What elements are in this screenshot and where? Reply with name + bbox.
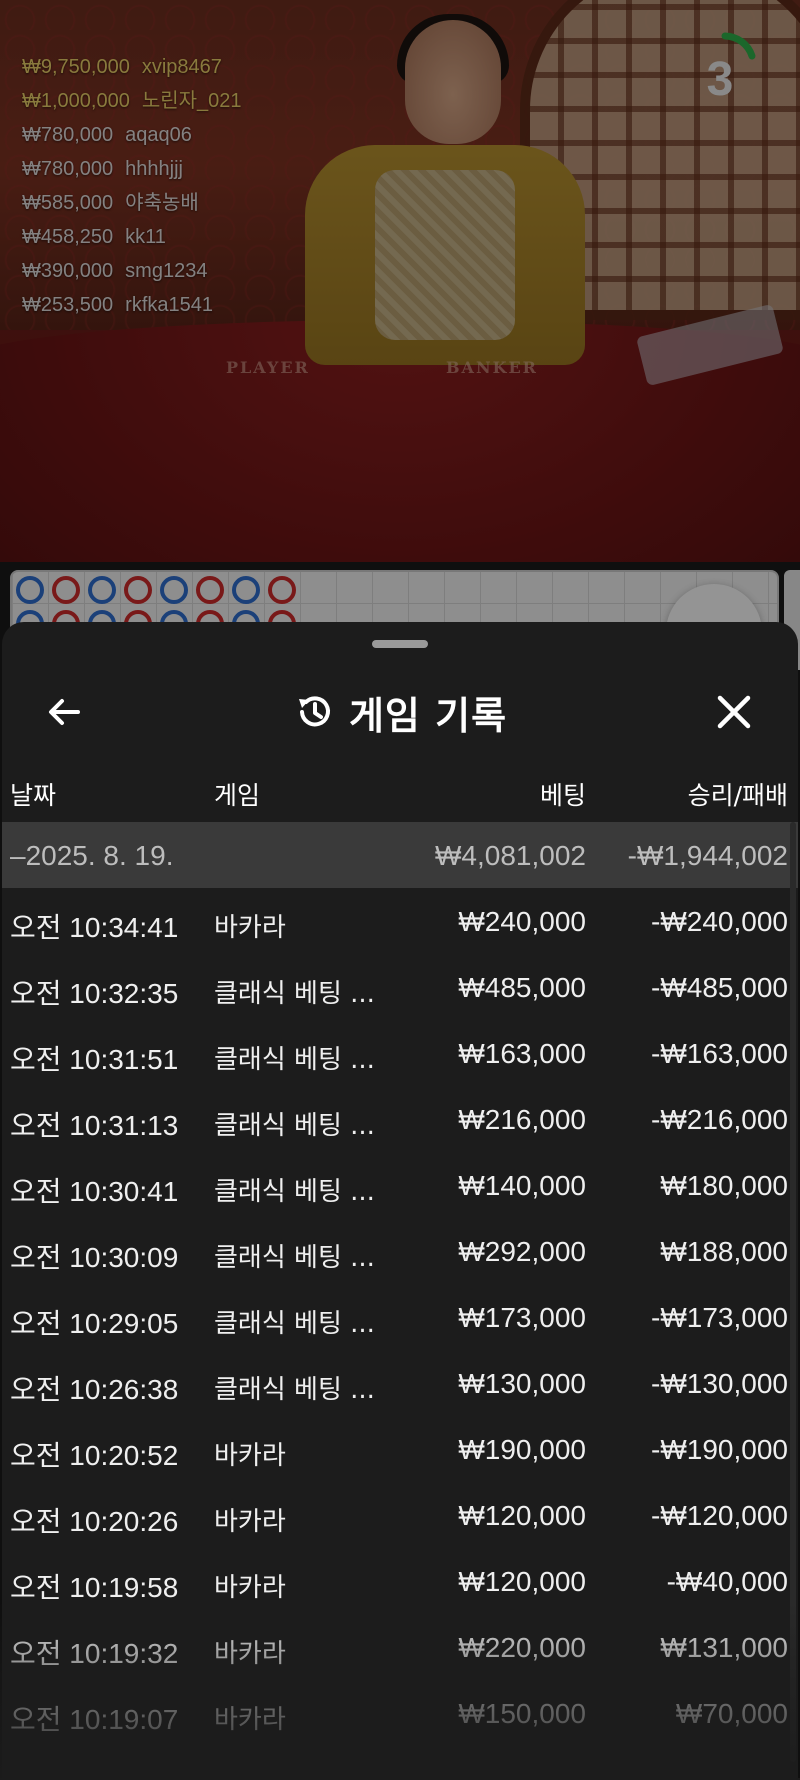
row-game: 바카라 [214, 1705, 286, 1735]
history-row[interactable]: 오전 10:20:26 바카라 ₩120,000 -₩120,000 [2, 1482, 798, 1548]
row-bet: ₩216,000 [458, 1104, 586, 1135]
row-result: ₩180,000 [660, 1170, 788, 1201]
column-headers: 날짜 게임 베팅 승리/패배 [2, 762, 798, 822]
history-clock-icon [298, 696, 330, 727]
history-row[interactable]: 오전 10:26:38 클래식 베팅 ... ₩130,000 -₩130,000 [2, 1350, 798, 1416]
row-game: 바카라 [214, 1639, 286, 1669]
column-bet: 베팅 [539, 781, 586, 810]
row-time: 오전 10:31:13 [10, 1110, 179, 1141]
row-time: 오전 10:30:41 [10, 1176, 179, 1207]
row-bet: ₩292,000 [458, 1236, 586, 1267]
drag-handle[interactable] [372, 640, 428, 648]
summary-date: –2025. 8. 19. [10, 840, 174, 871]
row-result: -₩173,000 [651, 1302, 788, 1333]
row-game: 클래식 베팅 ... [214, 1309, 375, 1339]
row-time: 오전 10:34:41 [10, 912, 179, 943]
row-time: 오전 10:19:58 [10, 1572, 179, 1603]
row-result: -₩163,000 [651, 1038, 788, 1069]
summary-result: -₩1,944,002 [627, 840, 788, 871]
row-bet: ₩120,000 [458, 1500, 586, 1531]
back-button[interactable] [36, 684, 92, 740]
scrollbar[interactable] [790, 822, 796, 1762]
history-row[interactable]: 오전 10:32:35 클래식 베팅 ... ₩485,000 -₩485,000 [2, 954, 798, 1020]
row-time: 오전 10:29:05 [10, 1308, 179, 1339]
row-game: 클래식 베팅 ... [214, 1243, 375, 1273]
row-result: -₩485,000 [651, 972, 788, 1003]
row-bet: ₩163,000 [458, 1038, 586, 1069]
row-bet: ₩140,000 [458, 1170, 586, 1201]
row-game: 클래식 베팅 ... [214, 1375, 375, 1405]
row-game: 바카라 [214, 913, 286, 943]
arrow-left-icon [49, 699, 80, 725]
row-time: 오전 10:31:51 [10, 1044, 179, 1075]
history-row[interactable]: 오전 10:34:41 바카라 ₩240,000 -₩240,000 [2, 888, 798, 954]
row-game: 클래식 베팅 ... [214, 979, 375, 1009]
row-game: 바카라 [214, 1573, 286, 1603]
row-game: 클래식 베팅 ... [214, 1111, 375, 1141]
history-row[interactable]: 오전 10:30:41 클래식 베팅 ... ₩140,000 ₩180,000 [2, 1152, 798, 1218]
sheet-header: 게임 기록 [2, 662, 798, 762]
history-row[interactable]: 오전 10:30:09 클래식 베팅 ... ₩292,000 ₩188,000 [2, 1218, 798, 1284]
row-bet: ₩190,000 [458, 1434, 586, 1465]
row-time: 오전 10:20:26 [10, 1506, 179, 1537]
column-game: 게임 [214, 781, 261, 810]
column-date: 날짜 [10, 781, 57, 810]
close-button[interactable] [706, 684, 762, 740]
row-game: 클래식 베팅 ... [214, 1045, 375, 1075]
row-game: 바카라 [214, 1507, 286, 1537]
history-row[interactable]: 오전 10:31:51 클래식 베팅 ... ₩163,000 -₩163,000 [2, 1020, 798, 1086]
row-result: ₩131,000 [660, 1632, 788, 1663]
row-bet: ₩485,000 [458, 972, 586, 1003]
row-time: 오전 10:19:32 [10, 1638, 179, 1669]
row-time: 오전 10:32:35 [10, 978, 179, 1009]
row-game: 바카라 [214, 1441, 286, 1471]
history-row[interactable]: 오전 10:19:32 바카라 ₩220,000 ₩131,000 [2, 1614, 798, 1680]
sheet-title: 게임 기록 [348, 693, 508, 738]
row-bet: ₩220,000 [458, 1632, 586, 1663]
row-result: ₩70,000 [675, 1698, 788, 1729]
history-row[interactable]: 오전 10:19:07 바카라 ₩150,000 ₩70,000 [2, 1680, 798, 1746]
summary-bet: ₩4,081,002 [435, 840, 586, 871]
row-game: 클래식 베팅 ... [214, 1177, 375, 1207]
row-bet: ₩173,000 [458, 1302, 586, 1333]
history-row[interactable]: 오전 10:19:58 바카라 ₩120,000 -₩40,000 [2, 1548, 798, 1614]
row-result: ₩188,000 [660, 1236, 788, 1267]
row-result: -₩40,000 [666, 1566, 788, 1597]
close-x-icon [717, 695, 751, 729]
row-time: 오전 10:20:52 [10, 1440, 179, 1471]
row-result: -₩120,000 [651, 1500, 788, 1531]
row-time: 오전 10:30:09 [10, 1242, 179, 1273]
history-row[interactable]: 오전 10:31:13 클래식 베팅 ... ₩216,000 -₩216,000 [2, 1086, 798, 1152]
row-result: -₩130,000 [651, 1368, 788, 1399]
column-result: 승리/패배 [687, 781, 788, 810]
row-bet: ₩150,000 [458, 1698, 586, 1729]
row-result: -₩190,000 [651, 1434, 788, 1465]
history-table: –2025. 8. 19. ₩4,081,002 -₩1,944,002 오전 … [2, 822, 798, 1746]
row-bet: ₩240,000 [458, 906, 586, 937]
history-row[interactable]: 오전 10:20:52 바카라 ₩190,000 -₩190,000 [2, 1416, 798, 1482]
row-result: -₩240,000 [651, 906, 788, 937]
game-history-sheet: 게임 기록 날짜 게임 베팅 승리/패배 –2025. 8. 19. ₩4,08… [2, 622, 798, 1778]
history-row[interactable]: 오전 10:29:05 클래식 베팅 ... ₩173,000 -₩173,000 [2, 1284, 798, 1350]
row-time: 오전 10:19:07 [10, 1704, 179, 1735]
row-bet: ₩120,000 [458, 1566, 586, 1597]
date-summary-row[interactable]: –2025. 8. 19. ₩4,081,002 -₩1,944,002 [2, 822, 798, 888]
row-result: -₩216,000 [651, 1104, 788, 1135]
row-time: 오전 10:26:38 [10, 1374, 179, 1405]
row-bet: ₩130,000 [458, 1368, 586, 1399]
